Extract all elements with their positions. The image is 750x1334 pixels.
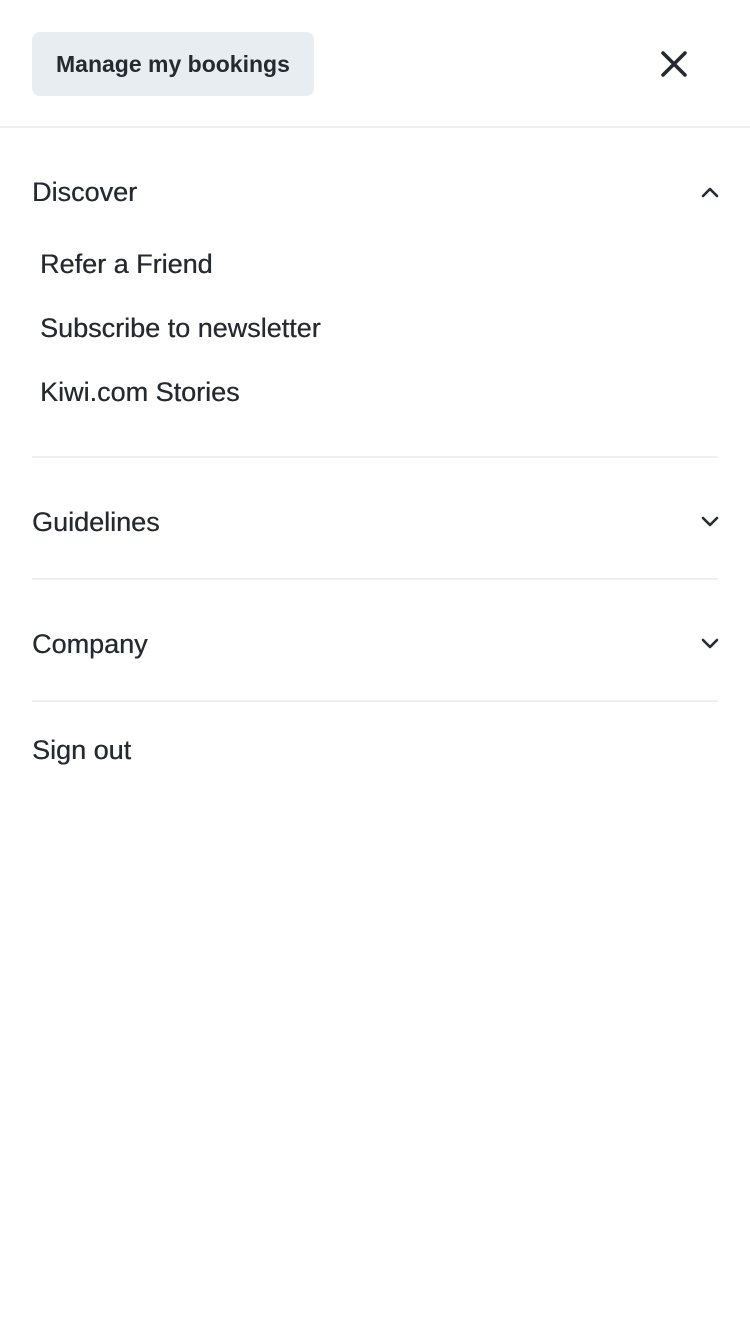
divider — [32, 700, 718, 702]
menu-link-refer-a-friend[interactable]: Refer a Friend — [40, 244, 213, 284]
section-company-toggle[interactable]: Company — [32, 612, 719, 676]
menu-header: Manage my bookings — [0, 0, 750, 128]
close-button[interactable] — [650, 40, 698, 88]
section-guidelines-title: Guidelines — [32, 506, 160, 537]
manage-bookings-button[interactable]: Manage my bookings — [32, 32, 314, 96]
navigation-menu: Manage my bookings Discover Refer a Frie… — [0, 0, 750, 1334]
chevron-down-icon — [686, 620, 734, 668]
menu-link-subscribe-newsletter[interactable]: Subscribe to newsletter — [40, 308, 321, 348]
divider — [32, 456, 718, 458]
menu-link-kiwi-stories[interactable]: Kiwi.com Stories — [40, 372, 240, 412]
section-discover-toggle[interactable]: Discover — [32, 160, 719, 224]
chevron-down-icon — [686, 498, 734, 546]
sign-out-link[interactable]: Sign out — [32, 730, 131, 770]
section-company-title: Company — [32, 628, 148, 659]
close-icon — [661, 51, 687, 77]
section-discover-title: Discover — [32, 176, 138, 207]
divider — [32, 578, 718, 580]
section-guidelines-toggle[interactable]: Guidelines — [32, 490, 719, 554]
chevron-up-icon — [686, 168, 734, 216]
